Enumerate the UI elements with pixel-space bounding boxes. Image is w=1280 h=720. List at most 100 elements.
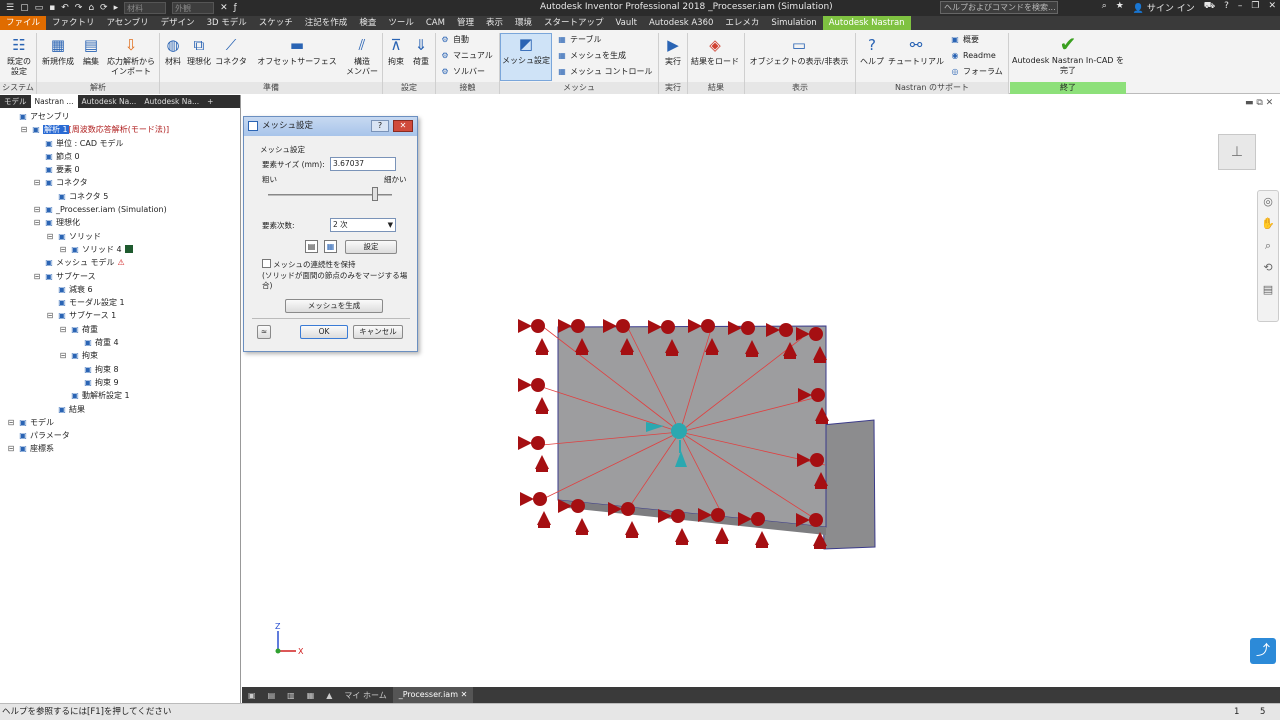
- mesh-control-button[interactable]: ▦ メッシュ コントロール: [557, 66, 652, 77]
- viewport-controls-icon[interactable]: ▬ ⧉ ✕: [1245, 98, 1273, 108]
- tree-node[interactable]: ▣ パラメータ: [0, 429, 240, 442]
- default-settings-button[interactable]: ☷ 既定の 設定: [4, 35, 34, 77]
- expand-toggle-icon[interactable]: ⊟: [19, 123, 29, 136]
- menu-tab-18[interactable]: Autodesk Nastran: [822, 16, 911, 30]
- browser-tab-1[interactable]: Nastran ...: [30, 95, 78, 108]
- menu-tab-14[interactable]: Vault: [610, 16, 643, 30]
- mesh-preview-icon[interactable]: ▦: [324, 240, 337, 253]
- solver-button[interactable]: ⚙ ソルバー: [440, 66, 485, 77]
- star-icon[interactable]: ★: [1116, 1, 1124, 14]
- tree-node[interactable]: ⊟ ▣ 荷重: [0, 323, 240, 336]
- generate-mesh-button[interactable]: ▦ メッシュを生成: [557, 50, 626, 61]
- tree-node[interactable]: ▣ 拘束 8: [0, 363, 240, 376]
- menu-tab-11[interactable]: 表示: [480, 16, 509, 30]
- tree-node[interactable]: ▣ 節点 0: [0, 150, 240, 163]
- close-icon[interactable]: ✕: [1268, 1, 1276, 14]
- vertical-view-icon[interactable]: ▦: [301, 691, 321, 700]
- element-size-input[interactable]: 3.67037: [330, 157, 396, 171]
- expand-toggle-icon[interactable]: ⊟: [58, 323, 68, 336]
- horizontal-view-icon[interactable]: ▥: [281, 691, 301, 700]
- home-icon[interactable]: ⌂: [88, 3, 94, 13]
- browser-tab-3[interactable]: Autodesk Na...: [140, 95, 203, 108]
- orbit-icon[interactable]: ⟲: [1258, 257, 1278, 279]
- tree-node[interactable]: ⊟ ▣ ソリッド: [0, 230, 240, 243]
- menu-tab-12[interactable]: 環境: [509, 16, 538, 30]
- menu-tab-0[interactable]: ファイル: [0, 16, 47, 30]
- expand-toggle-icon[interactable]: ⊟: [45, 230, 55, 243]
- menu-tab-4[interactable]: 3D モデル: [201, 16, 253, 30]
- share-icon[interactable]: ⤴: [1250, 638, 1276, 664]
- menu-tab-8[interactable]: ツール: [382, 16, 420, 30]
- menu-tab-7[interactable]: 検査: [353, 16, 382, 30]
- pan-icon[interactable]: ✋: [1258, 213, 1278, 235]
- tab-my-home[interactable]: マイ ホーム: [338, 690, 392, 701]
- edit-analysis-button[interactable]: ▤ 編集: [78, 35, 104, 67]
- browser-tab-0[interactable]: モデル: [0, 95, 31, 108]
- undo-icon[interactable]: ↶: [61, 3, 69, 13]
- tree-node[interactable]: ▣ 拘束 9: [0, 376, 240, 389]
- dialog-close-button[interactable]: ✕: [393, 120, 413, 132]
- tree-node[interactable]: ▣ 荷重 4: [0, 336, 240, 349]
- cart-icon[interactable]: ⛟: [1204, 1, 1215, 14]
- menu-tab-6[interactable]: 注記を作成: [299, 16, 354, 30]
- new-icon[interactable]: ▢: [20, 3, 29, 13]
- offset-surface-button[interactable]: ▬ オフセットサーフェス: [254, 35, 340, 67]
- tree-node[interactable]: ⊟ ▣ コネクタ: [0, 176, 240, 189]
- auto-contact-button[interactable]: ⚙ 自動: [440, 34, 469, 45]
- tab-menu-icon[interactable]: ▲: [320, 691, 338, 700]
- tile-view-icon[interactable]: ▣: [242, 691, 262, 700]
- expand-toggle-icon[interactable]: ⊟: [58, 243, 68, 256]
- constraint-button[interactable]: ⊼ 拘束: [384, 35, 408, 67]
- tab-close-icon[interactable]: ✕: [461, 690, 468, 699]
- finish-nastran-button[interactable]: ✔ Autodesk Nastran In-CAD を 完了: [1010, 34, 1126, 76]
- app-menu-icon[interactable]: ☰: [6, 3, 14, 13]
- expand-button[interactable]: ≈: [257, 325, 271, 339]
- structural-member-button[interactable]: ⫽ 構造 メンバー: [343, 35, 381, 77]
- new-analysis-button[interactable]: ▦ 新規作成: [41, 35, 75, 67]
- tree-node[interactable]: ⊟ ▣ 拘束: [0, 349, 240, 362]
- update-icon[interactable]: ⟳: [100, 3, 108, 13]
- tree-node[interactable]: ⊟ ▣ 解析 1[周波数応答解析(モード法)]: [0, 123, 240, 136]
- menu-tab-17[interactable]: Simulation: [765, 16, 822, 30]
- tree-node[interactable]: ▣ 動解析設定 1: [0, 389, 240, 402]
- tree-node[interactable]: ▣ 減衰 6: [0, 283, 240, 296]
- fx-icon[interactable]: ƒ: [234, 3, 237, 13]
- menu-tab-9[interactable]: CAM: [420, 16, 451, 30]
- show-hide-button[interactable]: ▭ オブジェクトの表示/非表示: [748, 35, 850, 67]
- menu-tab-16[interactable]: エレメカ: [719, 16, 765, 30]
- open-icon[interactable]: ▭: [35, 3, 44, 13]
- restore-icon[interactable]: ❐: [1251, 1, 1259, 14]
- tree-node[interactable]: ⊟ ▣ サブケース 1: [0, 309, 240, 322]
- expand-toggle-icon[interactable]: ⊟: [6, 416, 16, 429]
- cascade-view-icon[interactable]: ▤: [262, 691, 282, 700]
- expand-toggle-icon[interactable]: ⊟: [45, 309, 55, 322]
- mesh-table-icon[interactable]: ▤: [305, 240, 318, 253]
- redo-icon[interactable]: ↷: [75, 3, 83, 13]
- settings-button[interactable]: 設定: [345, 240, 397, 254]
- menu-tab-10[interactable]: 管理: [451, 16, 480, 30]
- view-cube[interactable]: ⊥: [1218, 134, 1256, 170]
- select-icon[interactable]: ▸: [114, 3, 119, 13]
- dialog-help-button[interactable]: ?: [371, 120, 389, 132]
- expand-toggle-icon[interactable]: ⊟: [32, 176, 42, 189]
- tree-node[interactable]: ⊟ ▣ ソリッド 4: [0, 243, 240, 256]
- tree-node[interactable]: ⊟ ▣ 座標系: [0, 442, 240, 455]
- help-icon[interactable]: ?: [1224, 1, 1229, 14]
- minimize-icon[interactable]: –: [1238, 1, 1243, 14]
- material-select[interactable]: 材料: [124, 2, 167, 14]
- tree-node[interactable]: ⊟ ▣ サブケース: [0, 270, 240, 283]
- steering-wheel-icon[interactable]: ◎: [1258, 191, 1278, 213]
- table-button[interactable]: ▦ テーブル: [557, 34, 601, 45]
- signin-link[interactable]: 👤 サイン イン: [1133, 1, 1195, 14]
- help-search-input[interactable]: ヘルプおよびコマンドを検索...: [940, 1, 1058, 14]
- search-icon[interactable]: ⌕: [1102, 1, 1107, 14]
- tree-node[interactable]: ▣ モーダル設定 1: [0, 296, 240, 309]
- menu-tab-5[interactable]: スケッチ: [253, 16, 299, 30]
- manual-contact-button[interactable]: ⚙ マニュアル: [440, 50, 492, 61]
- expand-toggle-icon[interactable]: ⊟: [6, 442, 16, 455]
- element-order-select[interactable]: 2 次 ▼: [330, 218, 396, 232]
- expand-toggle-icon[interactable]: ⊟: [58, 349, 68, 362]
- help-button[interactable]: ? ヘルプ: [858, 35, 886, 67]
- tree-node[interactable]: ▣ 要素 0: [0, 163, 240, 176]
- tree-node[interactable]: ▣ 単位 : CAD モデル: [0, 137, 240, 150]
